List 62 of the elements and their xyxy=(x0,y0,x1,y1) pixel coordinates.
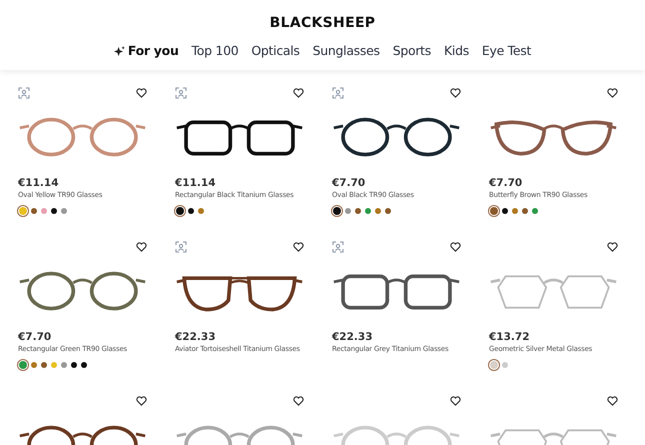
heart-icon[interactable] xyxy=(136,88,147,98)
nav-tab[interactable]: Sports xyxy=(392,42,431,61)
product-price: €22.33 xyxy=(332,330,374,344)
color-swatch[interactable] xyxy=(522,208,528,214)
face-scan-icon[interactable] xyxy=(175,87,187,99)
heart-icon[interactable] xyxy=(450,242,461,252)
heart-icon[interactable] xyxy=(293,88,304,98)
color-swatch[interactable] xyxy=(490,360,498,368)
color-swatch[interactable] xyxy=(81,362,87,368)
color-swatch[interactable] xyxy=(512,208,518,214)
color-swatch[interactable] xyxy=(333,206,341,214)
face-scan-icon[interactable] xyxy=(332,87,344,99)
color-swatch[interactable] xyxy=(385,208,391,214)
color-swatch[interactable] xyxy=(198,208,204,214)
color-swatch[interactable] xyxy=(51,208,57,214)
face-scan-icon[interactable] xyxy=(332,241,344,253)
product-price: €11.14 xyxy=(175,176,217,190)
color-swatch[interactable] xyxy=(532,208,538,214)
heart-icon[interactable] xyxy=(136,396,147,406)
color-swatch[interactable] xyxy=(490,206,498,214)
color-swatch[interactable] xyxy=(51,362,57,368)
nav-tab[interactable]: Kids xyxy=(444,42,469,61)
color-swatch[interactable] xyxy=(31,208,37,214)
nav-tab[interactable]: For you xyxy=(114,42,179,61)
heart-icon[interactable] xyxy=(450,396,461,406)
color-swatch[interactable] xyxy=(61,362,67,368)
brand-logo[interactable]: BLACKSHEEP xyxy=(0,0,645,34)
product-price: €11.14 xyxy=(18,176,60,190)
product-price: €7.70 xyxy=(489,176,524,190)
nav-tab[interactable]: Sunglasses xyxy=(312,42,380,61)
product-price: €22.33 xyxy=(175,330,217,344)
color-swatch[interactable] xyxy=(502,362,508,368)
nav-tab[interactable]: Opticals xyxy=(251,42,300,61)
color-swatch[interactable] xyxy=(41,362,47,368)
color-swatch[interactable] xyxy=(176,206,184,214)
color-swatch[interactable] xyxy=(355,208,361,214)
color-swatch[interactable] xyxy=(61,208,67,214)
heart-icon[interactable] xyxy=(607,242,618,252)
nav-tab[interactable]: Top 100 xyxy=(192,42,238,61)
product-price: €13.72 xyxy=(489,330,531,344)
heart-icon[interactable] xyxy=(136,242,147,252)
color-swatch[interactable] xyxy=(31,362,37,368)
heart-icon[interactable] xyxy=(293,242,304,252)
product-price: €7.70 xyxy=(332,176,366,190)
color-swatch[interactable] xyxy=(375,208,381,214)
color-swatch[interactable] xyxy=(19,360,27,368)
color-swatch[interactable] xyxy=(71,362,77,368)
color-swatch[interactable] xyxy=(365,208,371,214)
sparkle-icon xyxy=(114,46,125,57)
heart-icon[interactable] xyxy=(450,88,461,98)
color-swatch[interactable] xyxy=(502,208,508,214)
color-swatch[interactable] xyxy=(41,208,47,214)
color-swatch[interactable] xyxy=(345,208,351,214)
nav-tab[interactable]: Eye Test xyxy=(482,42,532,61)
face-scan-icon[interactable] xyxy=(175,241,187,253)
product-price: €7.70 xyxy=(18,330,52,344)
face-scan-icon[interactable] xyxy=(18,87,30,99)
heart-icon[interactable] xyxy=(293,396,304,406)
heart-icon[interactable] xyxy=(607,396,618,406)
color-swatch[interactable] xyxy=(19,206,27,214)
color-swatch[interactable] xyxy=(188,208,194,214)
heart-icon[interactable] xyxy=(607,88,618,98)
